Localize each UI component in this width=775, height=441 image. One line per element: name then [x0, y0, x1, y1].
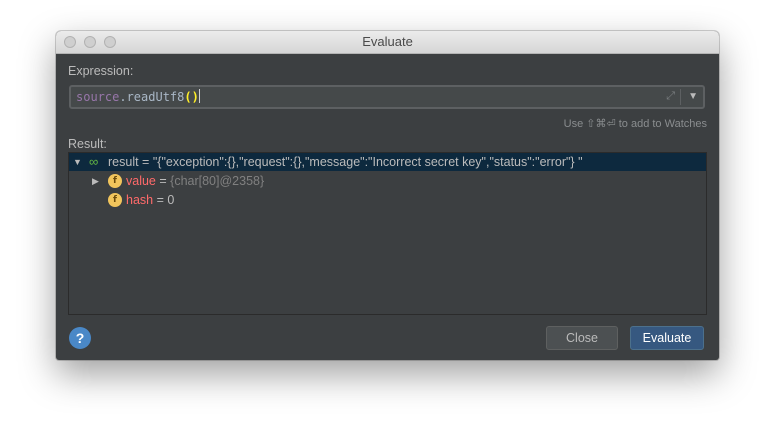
field-value: {char[80]@2358}: [170, 174, 265, 188]
evaluate-dialog: Evaluate Expression: source.readUtf8() ⤢…: [56, 31, 719, 360]
window-title: Evaluate: [362, 34, 413, 49]
hash-text: hash = 0: [126, 191, 174, 209]
evaluate-button[interactable]: Evaluate: [630, 326, 704, 350]
code-parentheses: (): [184, 90, 199, 104]
tree-row-result[interactable]: ▼ ∞ result = "{"exception":{},"request":…: [69, 153, 706, 171]
expand-editor-icon[interactable]: ⤢: [666, 90, 675, 103]
result-tree[interactable]: ▼ ∞ result = "{"exception":{},"request":…: [68, 152, 707, 315]
field-icon: f: [108, 174, 122, 188]
equals-sign: =: [153, 193, 168, 207]
field-value: 0: [167, 193, 175, 207]
help-icon[interactable]: ?: [69, 327, 91, 349]
expand-arrow-icon[interactable]: ▶: [92, 172, 99, 190]
watch-glasses-icon: ∞: [89, 154, 99, 169]
tree-row-hash[interactable]: f hash = 0: [69, 191, 706, 209]
expression-label: Expression:: [68, 64, 134, 78]
field-icon: f: [108, 193, 122, 207]
equals-sign: =: [138, 155, 153, 169]
result-text: result = "{"exception":{},"request":{},"…: [108, 153, 583, 171]
result-name: result: [108, 155, 139, 169]
add-to-watches-hint: Use ⇧⌘⏎ to add to Watches: [563, 118, 707, 130]
equals-sign: =: [155, 174, 171, 188]
expression-input[interactable]: source.readUtf8() ⤢ ▼: [69, 85, 705, 109]
dropdown-divider: [680, 89, 681, 105]
result-value: "{"exception":{},"request":{},"message":…: [152, 155, 583, 169]
result-label: Result:: [68, 137, 107, 151]
close-button[interactable]: Close: [546, 326, 618, 350]
code-variable: source: [76, 90, 120, 104]
tree-row-value[interactable]: ▶ f value = {char[80]@2358}: [69, 172, 706, 190]
text-caret: [198, 89, 200, 103]
value-text: value = {char[80]@2358}: [126, 172, 264, 190]
field-name: value: [126, 174, 156, 188]
history-dropdown-icon[interactable]: ▼: [688, 88, 698, 106]
title-bar: Evaluate: [56, 31, 719, 54]
code-method: .readUtf8: [119, 90, 185, 104]
collapse-arrow-icon[interactable]: ▼: [73, 153, 82, 171]
expression-code[interactable]: source.readUtf8(): [76, 87, 200, 107]
field-name: hash: [126, 193, 154, 207]
